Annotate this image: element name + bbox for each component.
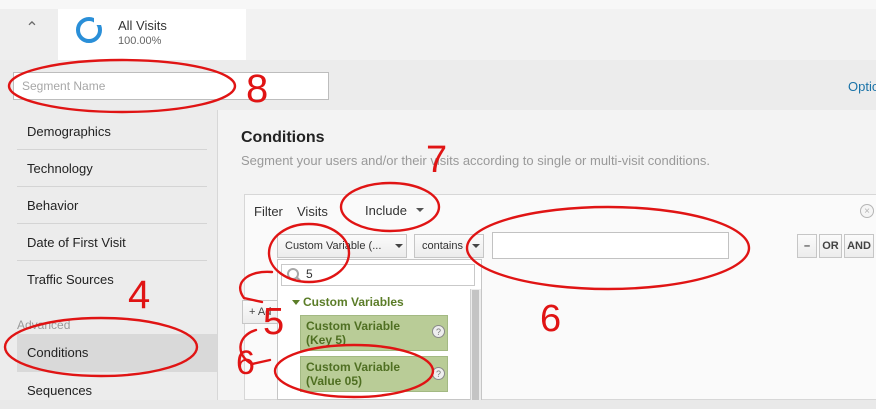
- annotation-ellipse-dimension: [267, 222, 351, 284]
- annotation-number: 8: [246, 67, 268, 111]
- annotation-ellipse-option: [273, 343, 435, 399]
- annotation-number: 5: [263, 301, 284, 343]
- annotation-number: 7: [426, 139, 447, 181]
- annotation-ellipse-value: [465, 205, 751, 291]
- annotation-ellipse-conditions: [3, 316, 199, 378]
- annotation-number: 6: [236, 344, 255, 382]
- annotation-ellipse-include: [339, 181, 441, 233]
- annotation-number: 6: [540, 298, 561, 340]
- annotation-ellipse-segment-name: [7, 58, 237, 114]
- annotation-layer: 8 7 6 4 5 6: [3, 58, 751, 399]
- annotation-arrow-top: [239, 270, 274, 304]
- annotation-number: 4: [128, 273, 150, 317]
